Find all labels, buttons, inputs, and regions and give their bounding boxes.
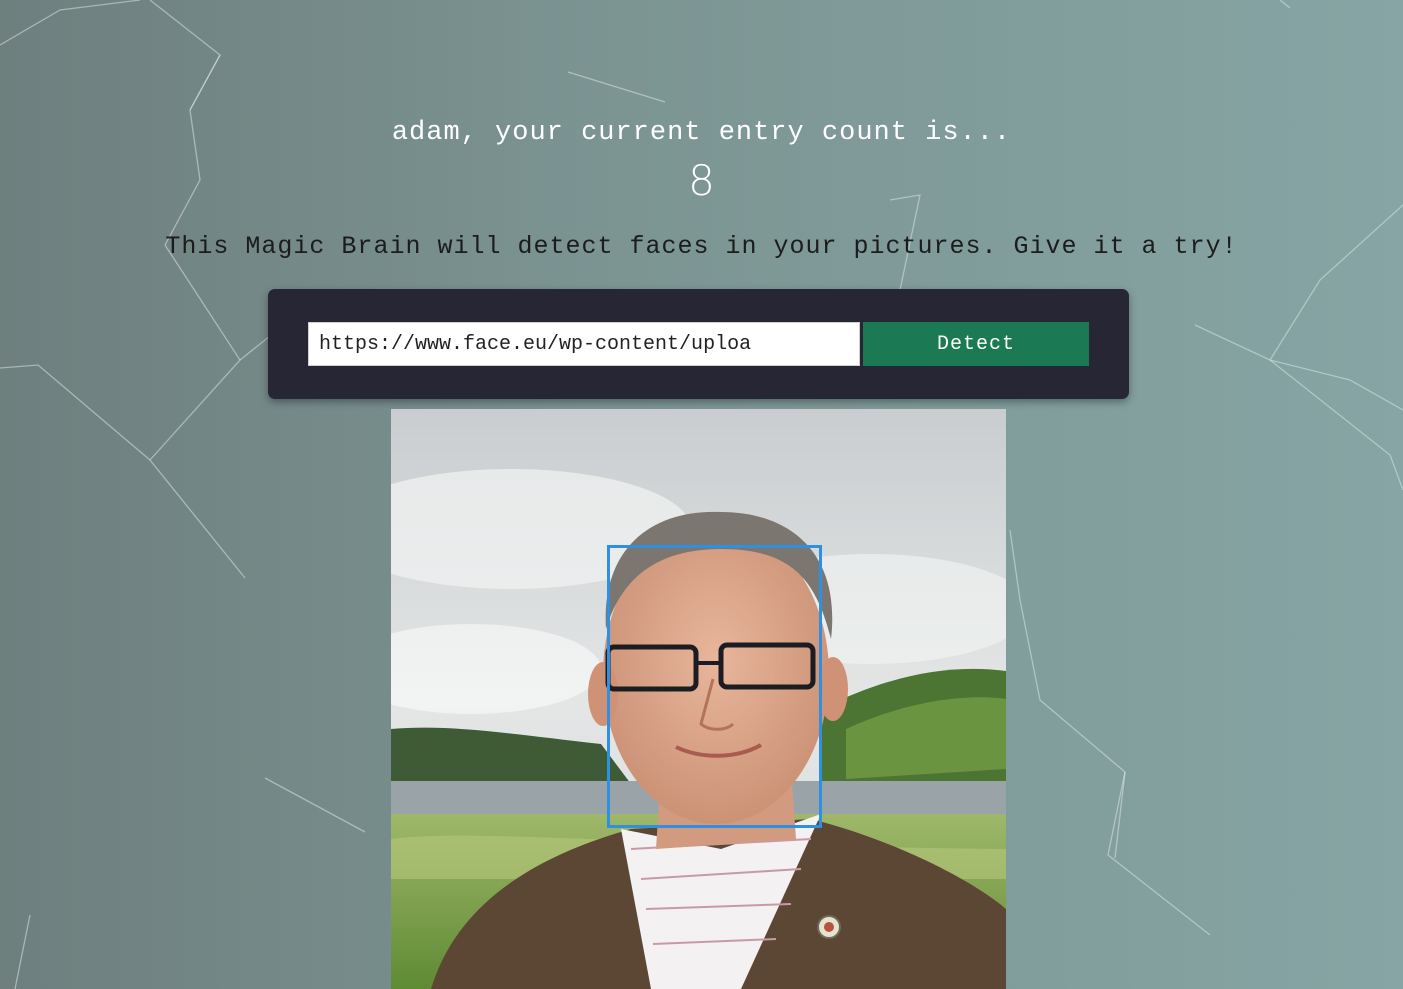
image-url-input[interactable] [308, 322, 860, 366]
image-link-form: Detect [268, 289, 1129, 399]
face-bounding-box [607, 545, 822, 828]
detection-image [391, 409, 1006, 989]
instructions-text: This Magic Brain will detect faces in yo… [165, 232, 1238, 261]
detect-button[interactable]: Detect [863, 322, 1089, 366]
entry-count-greeting: adam, your current entry count is... [391, 118, 1012, 148]
entry-count-value: 8 [688, 156, 715, 205]
